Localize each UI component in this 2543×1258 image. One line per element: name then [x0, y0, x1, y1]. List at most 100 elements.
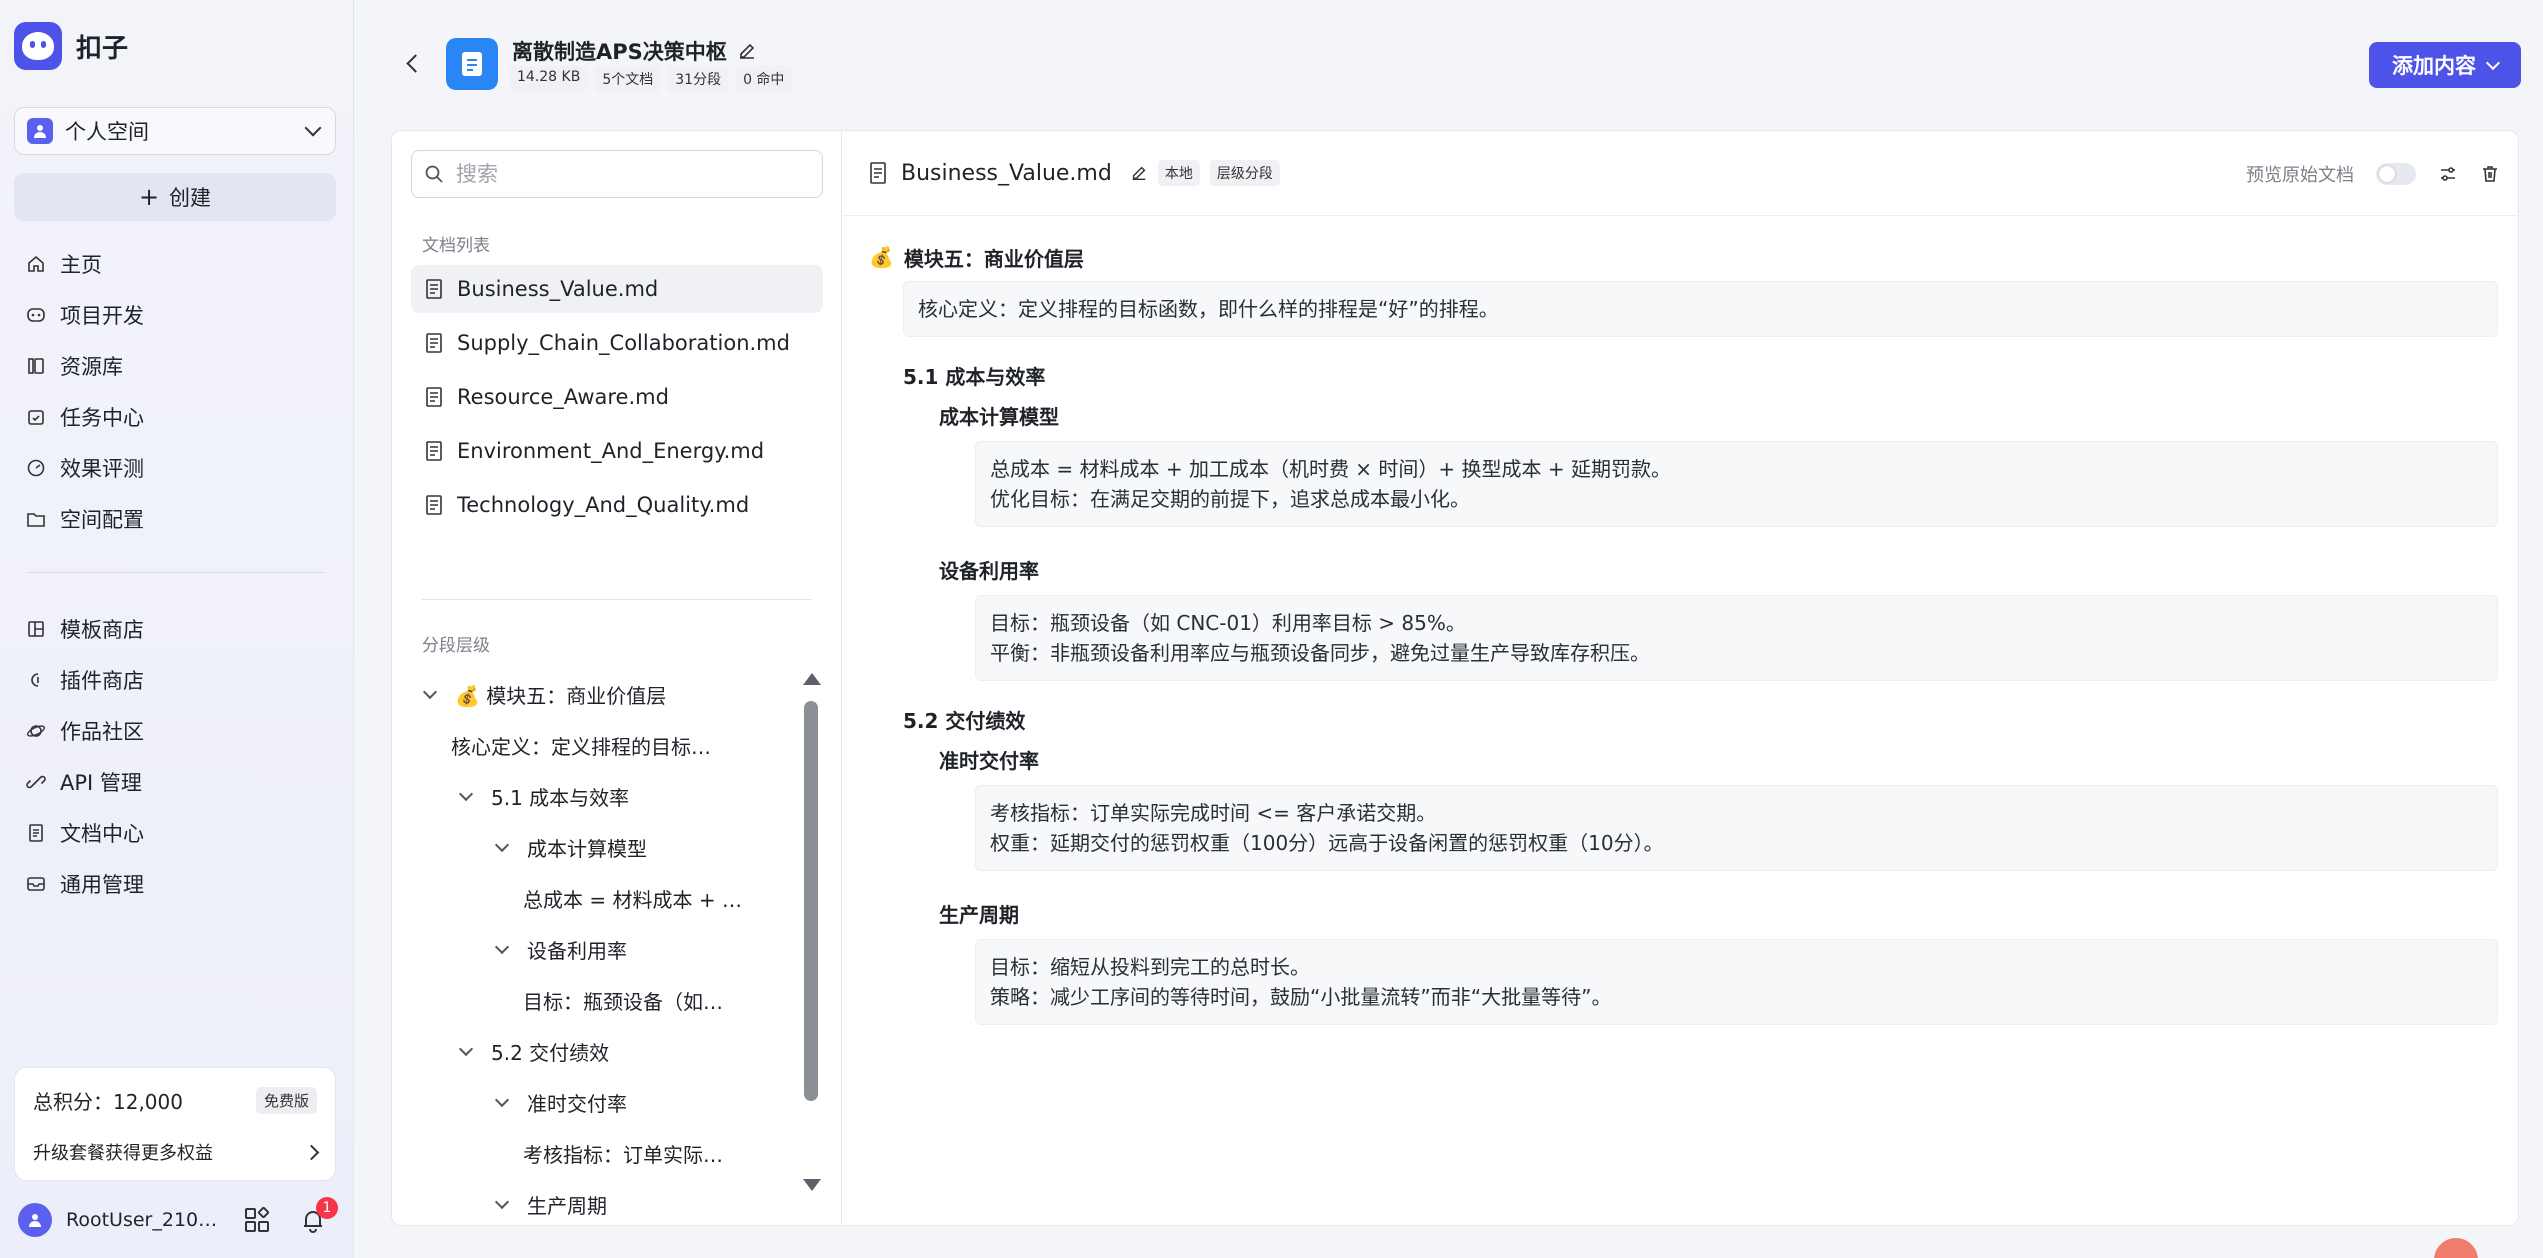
user-name[interactable]: RootUser_210… — [66, 1209, 216, 1231]
utilization-line-1: 目标：瓶颈设备（如 CNC-01）利用率目标 > 85%。 — [990, 611, 1466, 635]
doc-item-supply-chain[interactable]: Supply_Chain_Collaboration.md — [411, 319, 823, 367]
assistant-bubble[interactable] — [2434, 1238, 2478, 1258]
nav-item-plugin-store[interactable]: 插件商店 — [14, 654, 336, 705]
scroll-thumb[interactable] — [804, 701, 818, 1101]
on-time-delivery-block: 考核指标：订单实际完成时间 <= 客户承诺交期。 权重：延期交付的惩罚权重（10… — [975, 785, 2498, 871]
plugin-icon — [31, 672, 39, 687]
upgrade-link[interactable]: 升级套餐获得更多权益 — [33, 1139, 320, 1165]
section-5-1-heading: 5.1 成本与效率 — [903, 364, 1046, 389]
add-content-label: 添加内容 — [2392, 54, 2476, 78]
knowledge-base-icon — [446, 38, 498, 90]
file-icon — [426, 441, 442, 461]
file-icon — [870, 162, 886, 184]
nav-item-evaluation[interactable]: 效果评测 — [14, 442, 336, 493]
sidebar: 扣子 个人空间 + 创建 主页 项目开发 资源库 任务中心 效果评测 空间配置 … — [0, 0, 354, 1258]
create-button[interactable]: + 创建 — [14, 173, 336, 221]
nav-item-library[interactable]: 资源库 — [14, 340, 336, 391]
search-icon — [425, 165, 443, 183]
doc-item-resource-aware[interactable]: Resource_Aware.md — [411, 373, 823, 421]
kb-hits: 0 命中 — [736, 66, 792, 92]
chevron-down-icon[interactable] — [458, 786, 474, 802]
utilization-line-2: 平衡：非瓶颈设备利用率应与瓶颈设备同步，避免过量生产导致库存积压。 — [990, 641, 1650, 665]
edit-icon[interactable] — [737, 41, 757, 61]
nav-main: 主页 项目开发 资源库 任务中心 效果评测 空间配置 — [14, 238, 336, 544]
tree-node[interactable]: 总成本 = 材料成本 + … — [411, 873, 801, 924]
doc-name: Technology_And_Quality.md — [457, 493, 750, 517]
points-card: 总积分：12,000 免费版 升级套餐获得更多权益 — [14, 1067, 336, 1181]
tree-node[interactable]: 成本计算模型 — [411, 822, 801, 873]
trash-icon[interactable] — [2480, 164, 2500, 184]
doc-list-label: 文档列表 — [422, 236, 490, 256]
chevron-down-icon — [304, 119, 322, 137]
doc-icon — [29, 823, 43, 842]
file-icon — [426, 495, 442, 515]
segment-tree: 💰 模块五：商业价值层 核心定义：定义排程的目标… 5.1 成本与效率 成本计算模型总… — [411, 669, 801, 1219]
back-button[interactable] — [402, 52, 426, 76]
tree-scrollbar[interactable] — [801, 673, 821, 1191]
nav-item-home[interactable]: 主页 — [14, 238, 336, 289]
nav-item-template-store[interactable]: 模板商店 — [14, 603, 336, 654]
search-input[interactable] — [456, 162, 796, 186]
doc-list: Business_Value.md Supply_Chain_Collabora… — [411, 265, 823, 535]
doc-header: Business_Value.md 本地 层级分段 预览原始文档 — [843, 131, 2518, 216]
nav-item-tasks[interactable]: 任务中心 — [14, 391, 336, 442]
section-5-2-heading: 5.2 交付绩效 — [903, 708, 1026, 733]
doc-item-business-value[interactable]: Business_Value.md — [411, 265, 823, 313]
kb-title-text: 离散制造APS决策中枢 — [512, 40, 727, 64]
tree-node[interactable]: 生产周期 — [411, 1179, 801, 1219]
search-box[interactable] — [411, 150, 823, 198]
apps-grid-icon — [245, 1207, 270, 1232]
scroll-up-arrow-icon[interactable] — [803, 673, 821, 685]
chevron-down-icon[interactable] — [494, 1092, 510, 1108]
tree-node-label: 设备利用率 — [527, 939, 627, 963]
chevron-down-icon[interactable] — [422, 684, 438, 700]
sliders-icon[interactable] — [2438, 164, 2458, 184]
tree-node[interactable]: 5.1 成本与效率 — [411, 771, 801, 822]
chevron-down-icon[interactable] — [458, 1041, 474, 1057]
plan-badge: 免费版 — [255, 1087, 317, 1114]
template-icon — [28, 620, 44, 637]
tree-node[interactable]: 考核指标：订单实际… — [411, 1128, 801, 1179]
nav-label: 项目开发 — [60, 303, 144, 328]
app-name: 扣子 — [76, 33, 129, 64]
nav-item-general-admin[interactable]: 通用管理 — [14, 858, 336, 909]
scroll-down-arrow-icon[interactable] — [803, 1179, 821, 1191]
nav-item-api[interactable]: API 管理 — [14, 756, 336, 807]
nav-item-community[interactable]: 作品社区 — [14, 705, 336, 756]
tree-node[interactable]: 设备利用率 — [411, 924, 801, 975]
tree-node[interactable]: 核心定义：定义排程的目标… — [411, 720, 801, 771]
kb-segment-count: 31分段 — [668, 66, 729, 92]
cycle-time-heading: 生产周期 — [939, 902, 1019, 927]
nav-label: 空间配置 — [60, 507, 144, 532]
edit-icon[interactable] — [1130, 164, 1148, 182]
add-content-button[interactable]: 添加内容 — [2369, 42, 2521, 88]
doc-sidebar: 文档列表 Business_Value.md Supply_Chain_Coll… — [392, 131, 842, 1225]
doc-item-technology[interactable]: Technology_And_Quality.md — [411, 481, 823, 529]
module-heading-text: 模块五：商业价值层 — [903, 246, 1084, 271]
library-icon — [28, 357, 44, 374]
cost-model-line-1: 总成本 = 材料成本 + 加工成本（机时费 × 时间）+ 换型成本 + 延期罚款… — [990, 457, 1672, 481]
doc-view-name: Business_Value.md — [901, 160, 1112, 186]
nav-item-docs[interactable]: 文档中心 — [14, 807, 336, 858]
chevron-right-icon — [303, 1144, 320, 1160]
tree-node[interactable]: 准时交付率 — [411, 1077, 801, 1128]
tree-node[interactable]: 5.2 交付绩效 — [411, 1026, 801, 1077]
on-time-delivery-heading: 准时交付率 — [939, 748, 1039, 773]
notifications-button[interactable]: 1 — [298, 1197, 338, 1235]
preview-toggle[interactable] — [2376, 163, 2416, 185]
chevron-down-icon[interactable] — [494, 939, 510, 955]
app-logo[interactable]: 扣子 — [14, 22, 128, 70]
nav-label: 资源库 — [60, 354, 123, 379]
chevron-down-icon[interactable] — [494, 1194, 510, 1210]
doc-item-environment[interactable]: Environment_And_Energy.md — [411, 427, 823, 475]
nav-item-space-config[interactable]: 空间配置 — [14, 493, 336, 544]
chevron-down-icon[interactable] — [494, 837, 510, 853]
tree-node-label: 生产周期 — [527, 1194, 607, 1218]
apps-button[interactable] — [242, 1205, 272, 1235]
space-selector[interactable]: 个人空间 — [14, 107, 336, 155]
tree-node[interactable]: 💰 模块五：商业价值层 — [411, 669, 801, 720]
nav-item-projects[interactable]: 项目开发 — [14, 289, 336, 340]
nav-label: 主页 — [60, 252, 102, 277]
avatar[interactable] — [18, 1203, 52, 1237]
tree-node[interactable]: 目标：瓶颈设备（如… — [411, 975, 801, 1026]
